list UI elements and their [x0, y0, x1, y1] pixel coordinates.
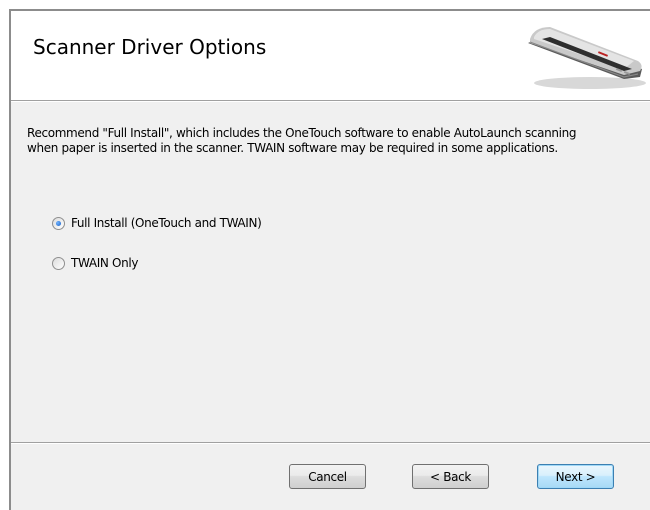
option-full-install[interactable]: Full Install (OneTouch and TWAIN): [52, 215, 262, 231]
scanner-image: [528, 27, 646, 89]
dialog-footer: Cancel < Back Next >: [11, 444, 650, 510]
option-label: TWAIN Only: [71, 256, 139, 270]
description-text: Recommend "Full Install", which includes…: [27, 126, 577, 155]
page-title: Scanner Driver Options: [33, 35, 267, 59]
next-button[interactable]: Next >: [537, 464, 614, 489]
cancel-button[interactable]: Cancel: [289, 464, 366, 489]
option-label: Full Install (OneTouch and TWAIN): [71, 216, 262, 230]
scanner-driver-options-dialog: Scanner Driver Options Recommend "Full I…: [9, 9, 650, 510]
radio-button-selected[interactable]: [52, 216, 65, 230]
back-button[interactable]: < Back: [412, 464, 489, 489]
dialog-body: Recommend "Full Install", which includes…: [11, 102, 650, 442]
option-twain-only[interactable]: TWAIN Only: [52, 255, 138, 271]
dialog-header: Scanner Driver Options: [11, 11, 650, 100]
radio-button[interactable]: [52, 256, 65, 270]
